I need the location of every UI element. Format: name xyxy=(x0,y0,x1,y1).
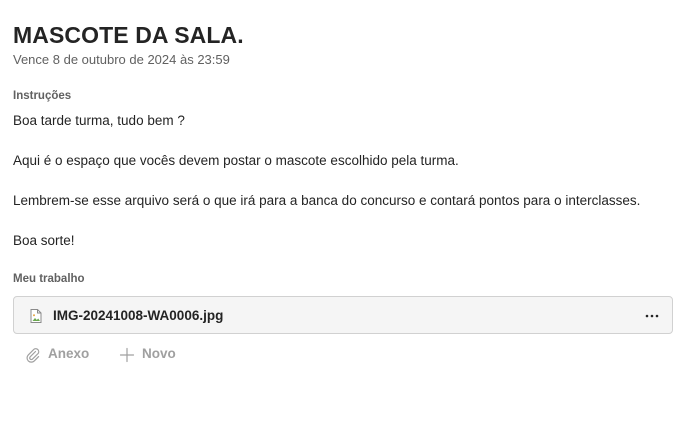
attach-label: Anexo xyxy=(48,346,90,361)
instructions-text: Boa tarde turma, tudo bem ? Aqui é o esp… xyxy=(13,111,675,271)
plus-icon xyxy=(119,347,135,363)
instruction-paragraph: Boa tarde turma, tudo bem ? xyxy=(13,113,185,128)
instruction-paragraph: Boa sorte! xyxy=(13,233,75,248)
new-label: Novo xyxy=(142,346,176,361)
instruction-paragraph: Lembrem-se esse arquivo será o que irá p… xyxy=(13,193,641,208)
instructions-label: Instruções xyxy=(13,90,72,102)
instruction-paragraph: Aqui é o espaço que vocês devem postar o… xyxy=(13,153,459,168)
assignment-title: MASCOTE DA SALA. xyxy=(13,22,244,48)
attach-button[interactable]: Anexo xyxy=(25,345,105,365)
paperclip-icon xyxy=(26,348,40,363)
my-work-label: Meu trabalho xyxy=(13,273,85,285)
attached-file-card[interactable]: IMG-20241008-WA0006.jpg xyxy=(13,296,673,334)
new-button[interactable]: Novo xyxy=(119,345,189,365)
file-name: IMG-20241008-WA0006.jpg xyxy=(53,308,224,323)
more-options-icon[interactable] xyxy=(642,306,662,326)
due-date: Vence 8 de outubro de 2024 às 23:59 xyxy=(13,52,230,67)
image-file-icon xyxy=(30,309,42,323)
